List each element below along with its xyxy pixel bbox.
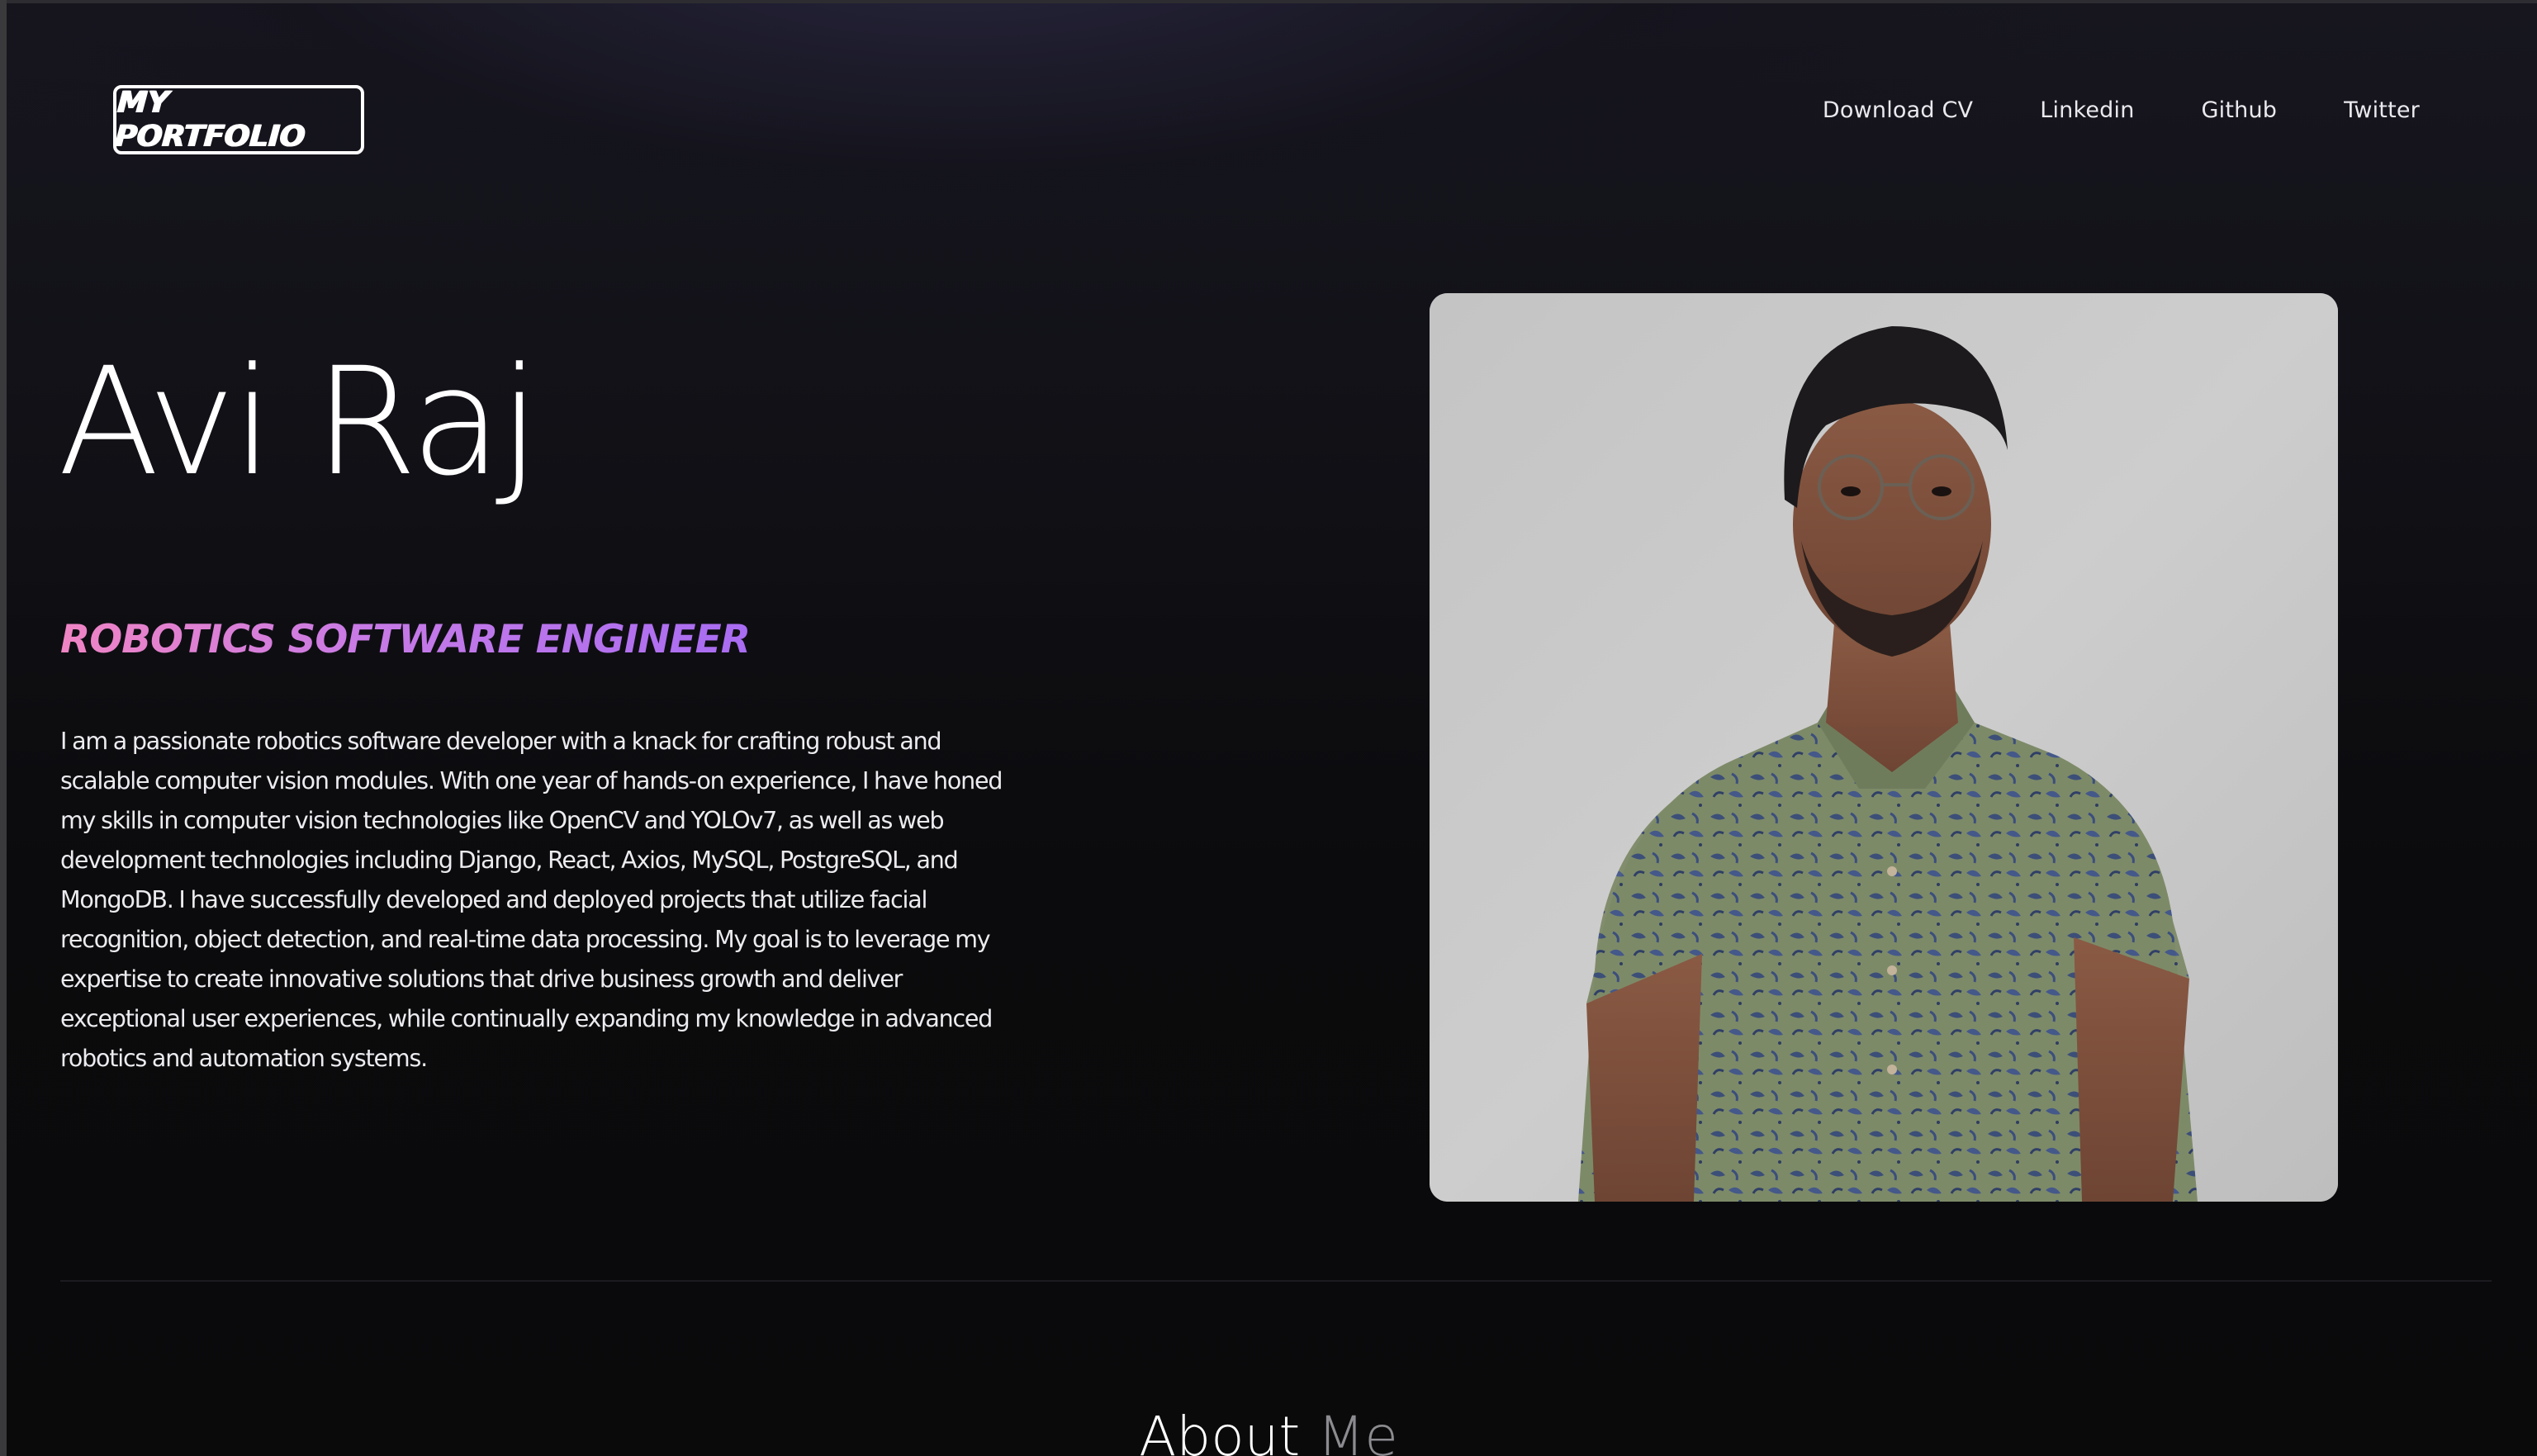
window-left-edge	[0, 0, 7, 1456]
nav-github-link[interactable]: Github	[2202, 97, 2278, 123]
nav-download-cv-link[interactable]: Download CV	[1823, 97, 1973, 123]
nav-twitter-link[interactable]: Twitter	[2344, 97, 2420, 123]
about-section-title: About Me	[0, 1404, 2537, 1456]
logo-button[interactable]: MY PORTFOLIO	[113, 85, 364, 154]
profile-photo	[1430, 293, 2338, 1202]
hero-name: Avi Raj	[58, 336, 540, 509]
window-top-edge	[0, 0, 2537, 3]
section-divider	[60, 1280, 2492, 1282]
nav-linkedin-link[interactable]: Linkedin	[2040, 97, 2134, 123]
hero-bio: I am a passionate robotics software deve…	[60, 728, 1003, 1072]
about-title-secondary: Me	[1317, 1405, 1398, 1456]
logo-text: MY PORTFOLIO	[114, 86, 306, 154]
about-title-primary: About	[1139, 1405, 1301, 1456]
hero-role: ROBOTICS SOFTWARE ENGINEER	[60, 615, 751, 665]
top-nav: Download CV Linkedin Github Twitter	[1823, 97, 2420, 123]
portfolio-page: MY PORTFOLIO Download CV Linkedin Github…	[0, 0, 2537, 1456]
